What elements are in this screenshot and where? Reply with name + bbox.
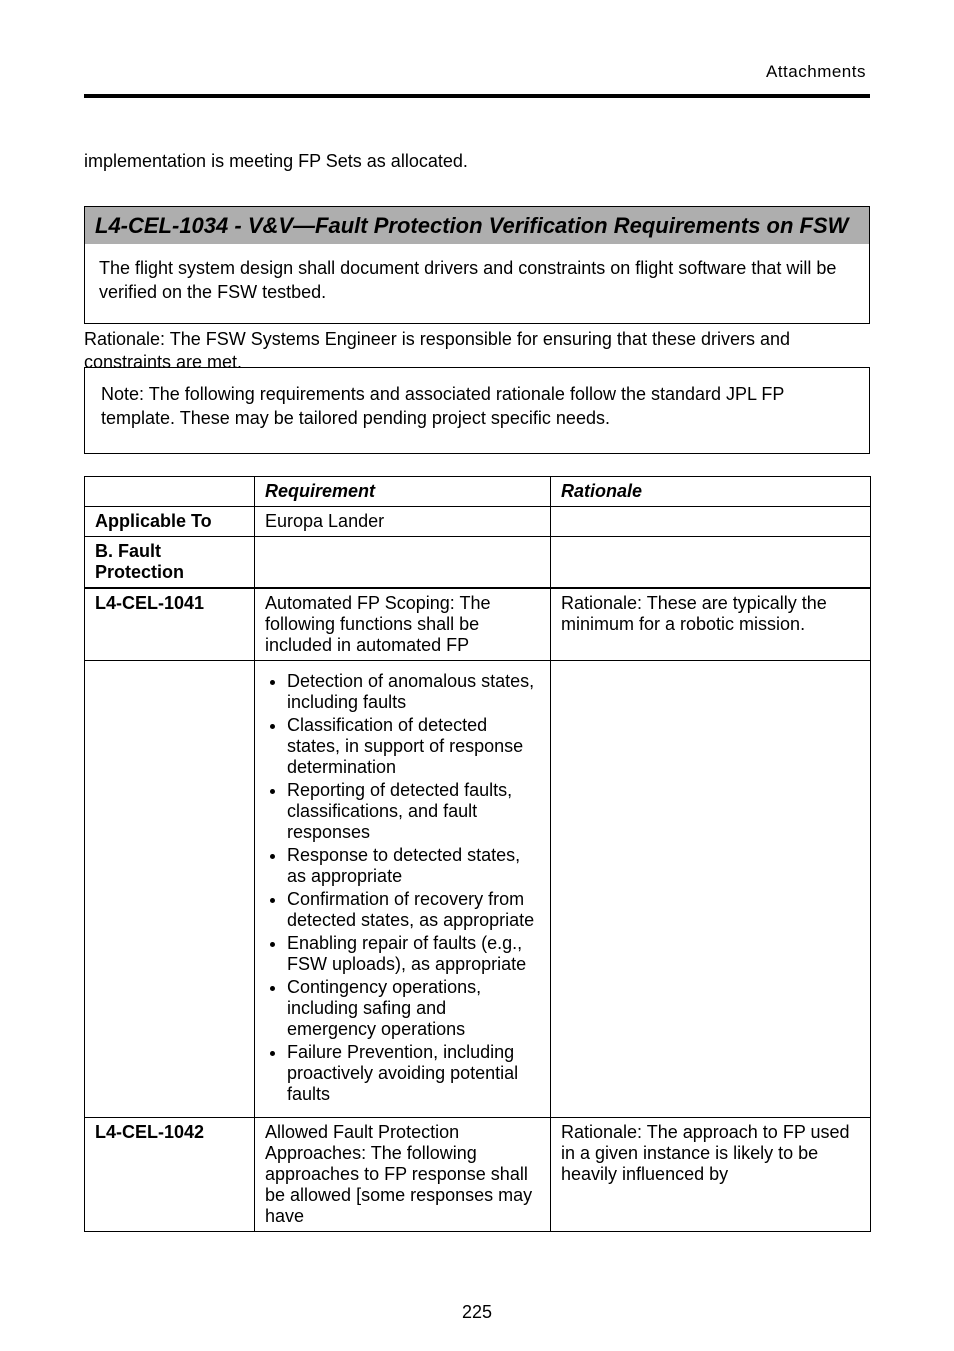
table-cell-label: B. Fault Protection bbox=[85, 537, 255, 589]
table-cell-rationale bbox=[551, 507, 871, 537]
table-header-requirement: Requirement bbox=[255, 477, 551, 507]
table-cell-rationale: Rationale: These are typically the minim… bbox=[551, 588, 871, 661]
list-item: Confirmation of recovery from detected s… bbox=[287, 889, 540, 931]
table-row: Detection of anomalous states, including… bbox=[85, 661, 871, 1118]
intro-text: implementation is meeting FP Sets as all… bbox=[84, 150, 870, 173]
table-cell-rationale: Rationale: The approach to FP used in a … bbox=[551, 1118, 871, 1232]
table-cell-label bbox=[85, 661, 255, 1118]
page-number: 225 bbox=[0, 1302, 954, 1323]
list-item: Classification of detected states, in su… bbox=[287, 715, 540, 778]
table-row: L4-CEL-1041Automated FP Scoping: The fol… bbox=[85, 588, 871, 661]
requirements-table: Requirement Rationale Applicable ToEurop… bbox=[84, 476, 871, 1232]
list-item: Response to detected states, as appropri… bbox=[287, 845, 540, 887]
requirement-banner-title: L4-CEL-1034 - V&V—Fault Protection Verif… bbox=[85, 207, 869, 244]
top-horizontal-rule bbox=[84, 94, 870, 98]
table-cell-requirement: Europa Lander bbox=[255, 507, 551, 537]
table-row: B. Fault Protection bbox=[85, 537, 871, 589]
table-cell-label: L4-CEL-1041 bbox=[85, 588, 255, 661]
table-cell-label: Applicable To bbox=[85, 507, 255, 537]
table-cell-label: L4-CEL-1042 bbox=[85, 1118, 255, 1232]
list-item: Enabling repair of faults (e.g., FSW upl… bbox=[287, 933, 540, 975]
requirement-banner: L4-CEL-1034 - V&V—Fault Protection Verif… bbox=[84, 206, 870, 324]
requirement-list: Detection of anomalous states, including… bbox=[265, 671, 540, 1105]
table-cell-rationale bbox=[551, 661, 871, 1118]
list-item: Reporting of detected faults, classifica… bbox=[287, 780, 540, 843]
table-header-blank bbox=[85, 477, 255, 507]
list-item: Failure Prevention, including proactivel… bbox=[287, 1042, 540, 1105]
note-box: Note: The following requirements and ass… bbox=[84, 367, 870, 454]
table-cell-requirement: Allowed Fault Protection Approaches: The… bbox=[255, 1118, 551, 1232]
header-section-label: Attachments bbox=[766, 62, 866, 82]
table-cell-requirement: Automated FP Scoping: The following func… bbox=[255, 588, 551, 661]
list-item: Detection of anomalous states, including… bbox=[287, 671, 540, 713]
table-cell-rationale bbox=[551, 537, 871, 589]
table-header-rationale: Rationale bbox=[551, 477, 871, 507]
list-item: Contingency operations, including safing… bbox=[287, 977, 540, 1040]
table-cell-requirement: Detection of anomalous states, including… bbox=[255, 661, 551, 1118]
table-row: Applicable ToEuropa Lander bbox=[85, 507, 871, 537]
requirement-banner-body: The flight system design shall document … bbox=[85, 244, 869, 323]
table-header-row: Requirement Rationale bbox=[85, 477, 871, 507]
table-row: L4-CEL-1042Allowed Fault Protection Appr… bbox=[85, 1118, 871, 1232]
table-cell-requirement bbox=[255, 537, 551, 589]
